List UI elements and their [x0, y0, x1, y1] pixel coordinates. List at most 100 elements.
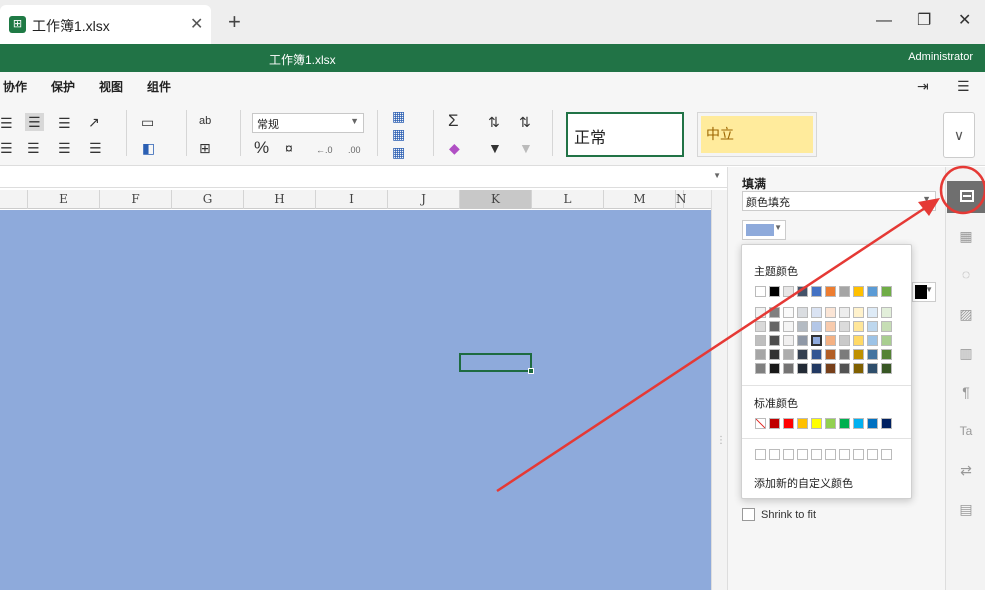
- autosum-icon[interactable]: Σ: [448, 112, 459, 129]
- border-icon[interactable]: ⊞: [199, 140, 211, 156]
- cell-style-neutral[interactable]: 中立: [697, 112, 817, 157]
- column-header-i[interactable]: I: [316, 190, 388, 209]
- theme-shade-swatch[interactable]: [755, 363, 766, 374]
- sort-descending-icon[interactable]: ⇅: [519, 114, 531, 130]
- theme-shade-swatch[interactable]: [755, 307, 766, 318]
- fill-handle[interactable]: [528, 368, 534, 374]
- chart-settings-icon[interactable]: ▥: [957, 344, 975, 362]
- standard-color-swatch[interactable]: [797, 418, 808, 429]
- no-color-swatch[interactable]: [755, 418, 766, 429]
- custom-color-slot[interactable]: [825, 449, 836, 460]
- align-right-icon[interactable]: ☰: [58, 115, 71, 131]
- formula-bar[interactable]: ▼: [0, 167, 727, 188]
- theme-shade-swatch[interactable]: [881, 349, 892, 360]
- justify-icon[interactable]: ☰: [89, 140, 102, 156]
- increase-decimal-icon[interactable]: .00: [348, 142, 361, 158]
- custom-color-slot[interactable]: [783, 449, 794, 460]
- decrease-decimal-icon[interactable]: ←.0: [316, 142, 333, 158]
- vertical-scrollbar[interactable]: ⋮: [711, 190, 727, 590]
- column-header-m[interactable]: M: [604, 190, 676, 209]
- restore-icon[interactable]: ❐: [917, 12, 931, 30]
- column-header-l[interactable]: L: [532, 190, 604, 209]
- chevron-down-icon[interactable]: ▼: [713, 171, 721, 180]
- theme-color-swatch[interactable]: [825, 286, 836, 297]
- justify-center-icon[interactable]: ☰: [27, 140, 40, 156]
- custom-color-slot[interactable]: [755, 449, 766, 460]
- theme-shade-swatch[interactable]: [783, 307, 794, 318]
- shape-settings-icon[interactable]: ◌: [957, 265, 975, 283]
- theme-color-swatch[interactable]: [811, 286, 822, 297]
- custom-color-slot[interactable]: [839, 449, 850, 460]
- theme-shade-swatch[interactable]: [839, 335, 850, 346]
- theme-color-swatch[interactable]: [839, 286, 850, 297]
- cell-style-normal[interactable]: 正常: [566, 112, 684, 157]
- theme-shade-swatch[interactable]: [881, 363, 892, 374]
- custom-color-slot[interactable]: [797, 449, 808, 460]
- workbook-tab[interactable]: ⊞ 工作簿1.xlsx ✕: [0, 5, 211, 44]
- active-cell-k[interactable]: [459, 353, 534, 374]
- percent-icon[interactable]: %: [254, 139, 269, 156]
- theme-color-swatch[interactable]: [755, 286, 766, 297]
- fill-color-picker[interactable]: ▼: [742, 220, 786, 240]
- standard-color-swatch[interactable]: [811, 418, 822, 429]
- menu-collaborate[interactable]: 协作: [3, 78, 27, 95]
- theme-shade-swatch[interactable]: [797, 363, 808, 374]
- theme-shade-swatch[interactable]: [853, 321, 864, 332]
- theme-shade-swatch[interactable]: [755, 349, 766, 360]
- theme-shade-swatch[interactable]: [769, 321, 780, 332]
- wrap-text-icon[interactable]: ab: [199, 113, 211, 129]
- column-header-partial[interactable]: [0, 190, 28, 209]
- align-left-icon[interactable]: ☰: [0, 115, 13, 131]
- theme-shade-swatch[interactable]: [769, 307, 780, 318]
- theme-color-swatch[interactable]: [769, 286, 780, 297]
- theme-shade-swatch[interactable]: [839, 321, 850, 332]
- theme-shade-swatch[interactable]: [811, 321, 822, 332]
- standard-color-swatch[interactable]: [783, 418, 794, 429]
- custom-color-slot[interactable]: [867, 449, 878, 460]
- standard-color-swatch[interactable]: [881, 418, 892, 429]
- theme-shade-swatch[interactable]: [853, 307, 864, 318]
- theme-shade-swatch[interactable]: [797, 335, 808, 346]
- standard-color-swatch[interactable]: [839, 418, 850, 429]
- paragraph-settings-icon[interactable]: ¶: [957, 383, 975, 401]
- standard-color-swatch[interactable]: [825, 418, 836, 429]
- column-header-k[interactable]: K: [460, 190, 532, 209]
- standard-color-swatch[interactable]: [769, 418, 780, 429]
- splitter-grip-icon[interactable]: ⋮: [716, 435, 726, 446]
- theme-shade-swatch[interactable]: [755, 335, 766, 346]
- hamburger-menu-icon[interactable]: ☰: [957, 78, 970, 95]
- theme-shade-swatch[interactable]: [825, 349, 836, 360]
- pivot-table-settings-icon[interactable]: ⇄: [957, 461, 975, 479]
- menu-view[interactable]: 视图: [99, 78, 123, 95]
- column-header-e[interactable]: E: [28, 190, 100, 209]
- theme-shade-swatch[interactable]: [881, 335, 892, 346]
- clear-icon[interactable]: ◆: [449, 140, 460, 156]
- theme-shade-swatch[interactable]: [825, 363, 836, 374]
- theme-shade-swatch[interactable]: [867, 349, 878, 360]
- theme-shade-swatch[interactable]: [867, 335, 878, 346]
- theme-shade-swatch[interactable]: [853, 349, 864, 360]
- custom-color-slot[interactable]: [811, 449, 822, 460]
- theme-shade-swatch[interactable]: [769, 363, 780, 374]
- cell-format-icon[interactable]: ▭: [141, 114, 154, 130]
- justify-right-icon[interactable]: ☰: [58, 140, 71, 156]
- theme-shade-swatch[interactable]: [881, 307, 892, 318]
- theme-color-swatch[interactable]: [853, 286, 864, 297]
- theme-shade-swatch[interactable]: [769, 335, 780, 346]
- add-custom-color-link[interactable]: 添加新的自定义颜色: [754, 475, 853, 491]
- theme-shade-swatch[interactable]: [881, 321, 892, 332]
- delete-cells-icon[interactable]: ▦: [392, 126, 405, 142]
- cell-settings-tab[interactable]: [947, 181, 985, 213]
- image-settings-icon[interactable]: ▨: [957, 305, 975, 323]
- currency-icon[interactable]: ¤: [285, 140, 293, 156]
- text-art-settings-icon[interactable]: Ta: [957, 422, 975, 440]
- theme-shade-swatch[interactable]: [811, 349, 822, 360]
- theme-color-swatch[interactable]: [797, 286, 808, 297]
- new-tab-button[interactable]: +: [228, 10, 241, 34]
- close-window-icon[interactable]: ✕: [958, 12, 971, 30]
- standard-color-swatch[interactable]: [867, 418, 878, 429]
- theme-shade-swatch[interactable]: [811, 307, 822, 318]
- theme-shade-swatch[interactable]: [853, 335, 864, 346]
- insert-cells-icon[interactable]: ▦: [392, 108, 405, 124]
- theme-shade-swatch[interactable]: [811, 363, 822, 374]
